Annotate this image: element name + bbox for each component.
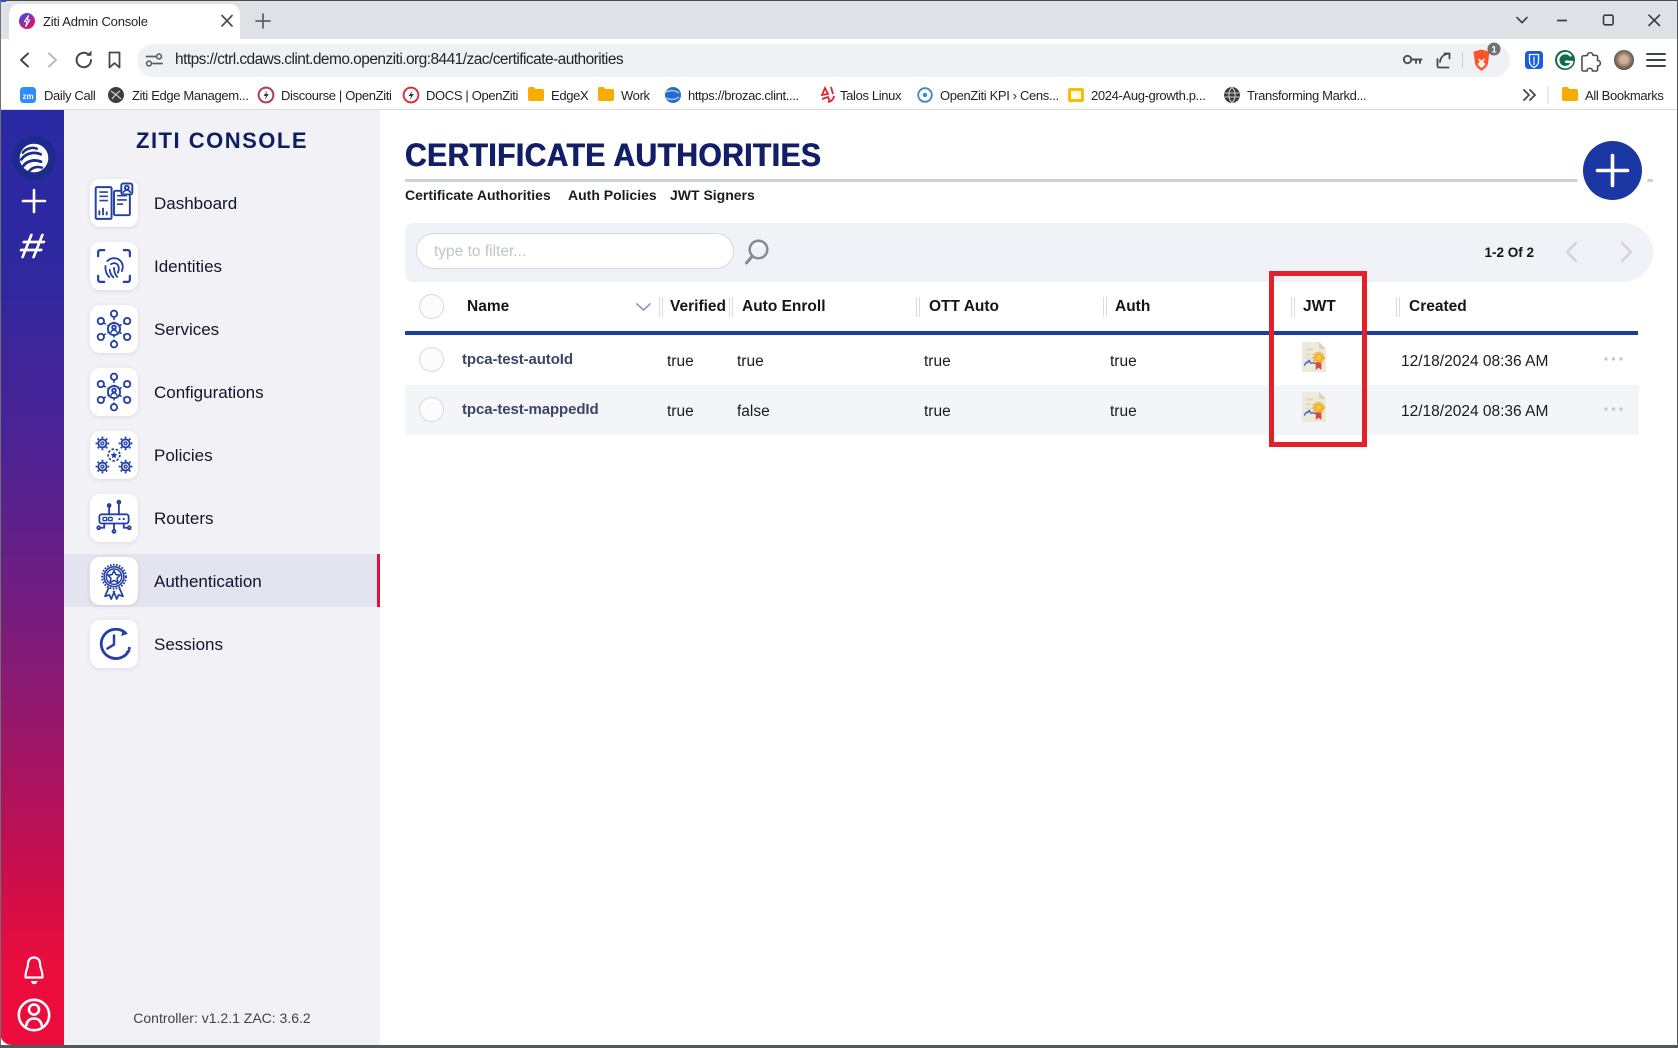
svg-text:1: 1 xyxy=(1491,44,1496,54)
svg-text:zm: zm xyxy=(22,92,33,101)
